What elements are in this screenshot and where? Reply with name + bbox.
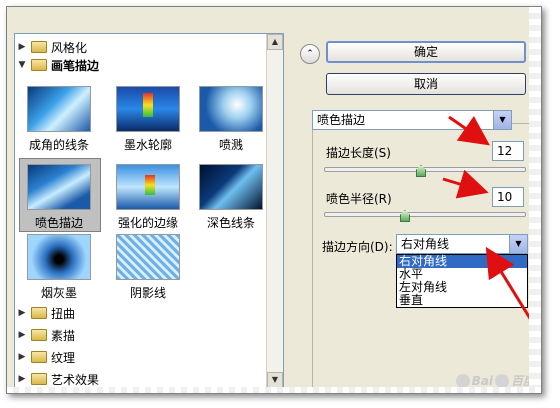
torn-edge-bottom [7, 387, 541, 393]
annotation-arrows [442, 115, 533, 321]
torn-edge-right [529, 7, 541, 393]
filter-gallery-dialog: ▶ 风格化 ▼ 画笔描边 成角的线条 墨水轮廓 喷溅 喷色描边 强化的边缘 深色… [6, 6, 542, 394]
arrow-to-stroke-direction [485, 246, 533, 321]
paw-icon [455, 373, 470, 388]
paw-icon [494, 373, 509, 388]
arrow-to-stroke-length [448, 115, 490, 146]
arrow-to-spray-radius [442, 169, 489, 199]
